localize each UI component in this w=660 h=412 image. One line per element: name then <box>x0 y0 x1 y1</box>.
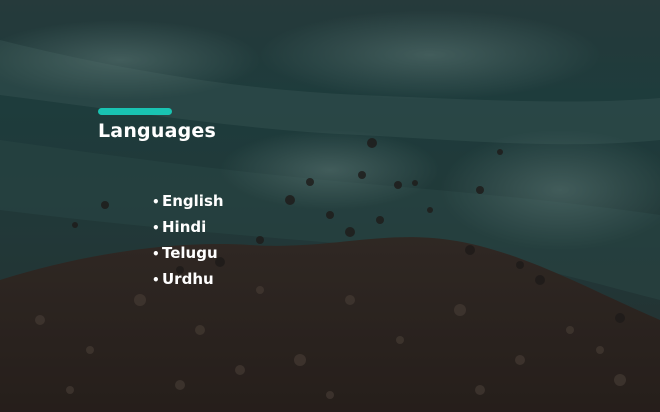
list-item: • Urdhu <box>152 267 224 293</box>
bullet: • <box>152 221 160 235</box>
language-label: English <box>162 192 224 210</box>
language-label: Telugu <box>162 244 218 262</box>
list-item: • Telugu <box>152 241 224 267</box>
list-item: • Hindi <box>152 215 224 241</box>
slide: Languages • English • Hindi • Telugu • Urdhu <box>0 0 660 412</box>
bullet: • <box>152 273 160 287</box>
language-label: Urdhu <box>162 270 214 288</box>
dark-overlay <box>0 0 660 412</box>
language-label: Hindi <box>162 218 207 236</box>
list-item: • English <box>152 189 224 215</box>
languages-list: • English • Hindi • Telugu • Urdhu <box>152 189 224 293</box>
bullet: • <box>152 195 160 209</box>
title-accent-bar <box>98 108 172 115</box>
slide-title: Languages <box>98 120 216 142</box>
bullet: • <box>152 247 160 261</box>
